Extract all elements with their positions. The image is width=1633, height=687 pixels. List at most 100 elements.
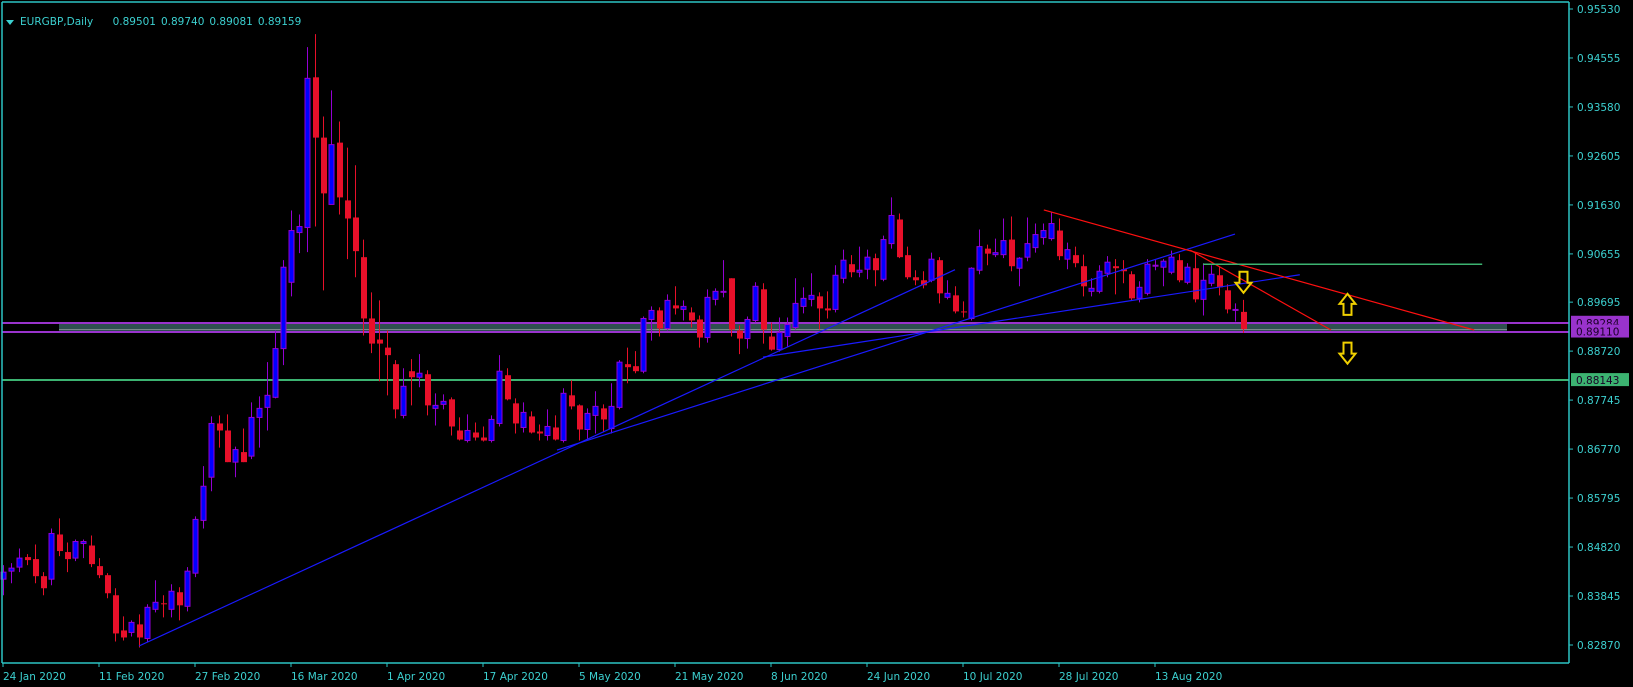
candle-body bbox=[1040, 230, 1047, 239]
candle-body bbox=[416, 372, 423, 378]
candle-body bbox=[856, 269, 863, 273]
date-tick-label: 16 Mar 2020 bbox=[291, 671, 358, 683]
date-tick-label: 27 Feb 2020 bbox=[195, 671, 260, 683]
chart-header: EURGBP,Daily 0.89501 0.89740 0.89081 0.8915… bbox=[6, 4, 306, 40]
candle-body bbox=[369, 318, 375, 344]
date-tick-label: 21 May 2020 bbox=[675, 671, 743, 683]
candle-body bbox=[345, 200, 351, 219]
candle-body bbox=[640, 317, 647, 372]
candle-body bbox=[1208, 273, 1215, 284]
candle-body bbox=[248, 416, 255, 457]
candle-body bbox=[1177, 260, 1183, 281]
candle-body bbox=[80, 541, 87, 545]
green-level-label: 0.88143 bbox=[1576, 375, 1619, 387]
candle-body bbox=[720, 290, 727, 293]
bear-candle bbox=[897, 213, 903, 259]
candle-body bbox=[184, 570, 191, 607]
candle-body bbox=[65, 552, 71, 560]
candle-body bbox=[928, 258, 935, 281]
candle-body bbox=[616, 361, 623, 408]
candle-body bbox=[880, 239, 887, 280]
candle-body bbox=[409, 371, 415, 378]
candle-body bbox=[737, 330, 743, 339]
candle-body bbox=[1057, 230, 1063, 257]
date-tick-label: 17 Apr 2020 bbox=[483, 671, 548, 683]
price-tick-label: 0.92605 bbox=[1577, 151, 1620, 163]
candle-body bbox=[689, 312, 695, 321]
candle-body bbox=[584, 412, 591, 430]
candle-body bbox=[832, 274, 839, 310]
price-chart[interactable]: 0.95530 0.94555 0.93580 0.92605 0.91630 0.906… bbox=[0, 0, 1633, 687]
bull-candle bbox=[184, 567, 191, 612]
candle-body bbox=[241, 452, 247, 463]
bull-candle bbox=[704, 289, 711, 343]
candle-body bbox=[800, 297, 807, 307]
candle-body bbox=[72, 541, 79, 559]
candle-body bbox=[712, 290, 719, 300]
candle-body bbox=[432, 404, 439, 409]
candle-body bbox=[1032, 234, 1039, 249]
candle-body bbox=[393, 364, 399, 410]
bull-candle bbox=[968, 267, 975, 321]
candle-body bbox=[601, 408, 607, 420]
candle-body bbox=[128, 621, 135, 633]
zone-layer bbox=[59, 322, 1507, 332]
candle-body bbox=[385, 347, 391, 356]
candle-body bbox=[992, 252, 999, 256]
candle-body bbox=[625, 364, 631, 368]
candle-body bbox=[553, 427, 559, 440]
candle-body bbox=[664, 299, 671, 330]
candle-body bbox=[1024, 243, 1031, 258]
price-tick-label: 0.95530 bbox=[1577, 4, 1620, 16]
triangle-down-icon[interactable] bbox=[6, 19, 14, 25]
candle-body bbox=[464, 429, 471, 442]
price-tick-label: 0.83845 bbox=[1577, 591, 1620, 603]
bull-candle bbox=[72, 539, 79, 562]
candle-body bbox=[1064, 249, 1071, 260]
candle-body bbox=[481, 437, 487, 441]
candle-body bbox=[137, 624, 143, 638]
candle-body bbox=[97, 566, 103, 576]
price-tick-label: 0.93580 bbox=[1577, 102, 1620, 114]
candle-body bbox=[560, 392, 567, 442]
candle-body bbox=[1104, 261, 1111, 274]
price-tick-label: 0.90655 bbox=[1577, 249, 1620, 261]
candle-body bbox=[272, 348, 279, 398]
bull-candle bbox=[560, 388, 567, 443]
symbol-timeframe: EURGBP,Daily bbox=[20, 16, 94, 28]
candle-body bbox=[488, 418, 495, 442]
price-tick-label: 0.84820 bbox=[1577, 542, 1620, 554]
price-tick-label: 0.94555 bbox=[1577, 53, 1620, 65]
support-zone bbox=[59, 322, 1507, 332]
open-value: 0.89501 bbox=[112, 16, 156, 28]
candle-body bbox=[577, 405, 583, 430]
candle-body bbox=[121, 630, 127, 638]
candle-body bbox=[440, 400, 447, 405]
candle-body bbox=[657, 310, 663, 329]
bull-candle bbox=[48, 528, 55, 586]
candle-body bbox=[673, 305, 679, 309]
candle-body bbox=[200, 485, 207, 521]
candle-body bbox=[377, 339, 383, 344]
candle-body bbox=[849, 264, 855, 273]
candle-body bbox=[1048, 223, 1055, 240]
bull-candle bbox=[640, 316, 647, 374]
candle-body bbox=[168, 590, 175, 610]
candle-body bbox=[337, 142, 343, 198]
candle-body bbox=[361, 257, 367, 319]
bull-candle bbox=[144, 604, 151, 643]
candle-body bbox=[840, 259, 847, 279]
bear-candle bbox=[729, 278, 735, 337]
candle-body bbox=[769, 336, 775, 350]
candle-body bbox=[8, 567, 15, 572]
date-tick-label: 11 Feb 2020 bbox=[99, 671, 164, 683]
candle-body bbox=[729, 278, 735, 330]
candle-body bbox=[313, 77, 319, 138]
bull-candle bbox=[880, 235, 887, 282]
candle-body bbox=[505, 375, 511, 400]
purple-level-lower-label: 0.89110 bbox=[1576, 327, 1619, 339]
candle-body bbox=[33, 559, 39, 577]
candle-body bbox=[16, 557, 23, 568]
candle-body bbox=[864, 256, 871, 270]
candle-body bbox=[192, 518, 199, 574]
